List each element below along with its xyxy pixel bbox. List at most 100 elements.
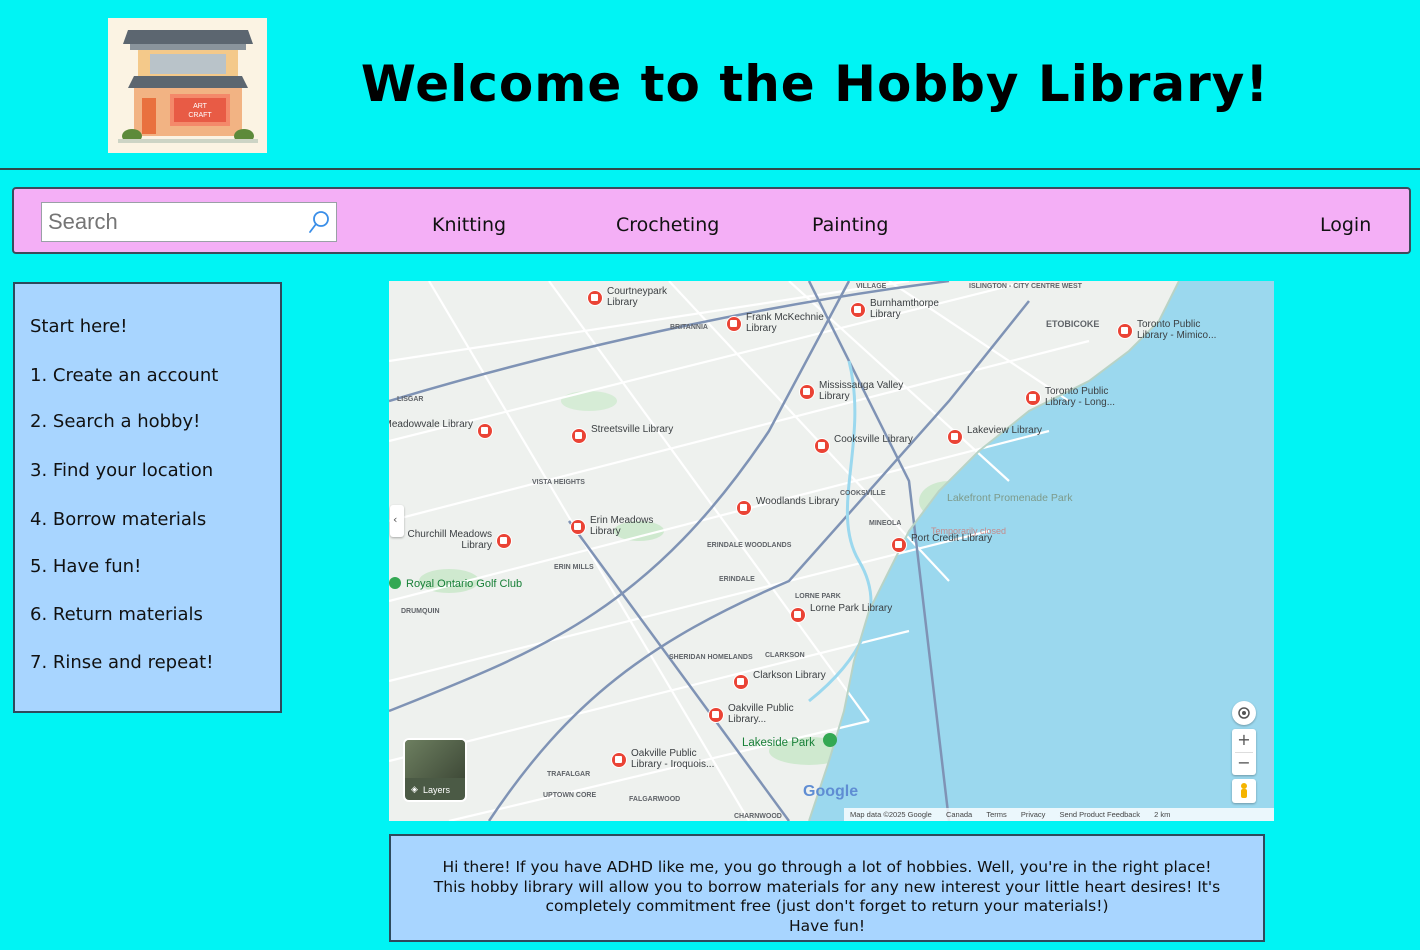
login-link[interactable]: Login xyxy=(1320,214,1371,236)
library-pin[interactable] xyxy=(611,752,627,768)
library-label[interactable]: Toronto Public Library - Long... xyxy=(1045,386,1137,408)
library-pin[interactable] xyxy=(733,674,749,690)
library-label[interactable]: Lakeview Library xyxy=(967,425,1059,436)
library-pin[interactable] xyxy=(891,537,907,553)
step-item: 4. Borrow materials xyxy=(30,509,207,530)
book-icon xyxy=(951,433,958,440)
book-icon xyxy=(794,611,801,618)
book-icon xyxy=(591,294,598,301)
library-label[interactable]: Toronto Public Library - Mimico... xyxy=(1137,319,1229,341)
nav-link-painting[interactable]: Painting xyxy=(812,214,888,236)
library-label[interactable]: Erin Meadows Library xyxy=(590,515,682,537)
map-canvas[interactable]: VILLAGE ISLINGTON - CITY CENTRE WEST BRI… xyxy=(389,281,1274,821)
place-label[interactable]: Lakefront Promenade Park xyxy=(947,492,1073,504)
about-line: Have fun! xyxy=(788,916,866,935)
library-pin[interactable] xyxy=(1117,323,1133,339)
pegman-icon xyxy=(1241,783,1247,798)
search-icon[interactable] xyxy=(307,209,331,235)
library-pin[interactable] xyxy=(850,302,866,318)
area-label: ISLINGTON - CITY CENTRE WEST xyxy=(969,283,1083,290)
library-pin[interactable] xyxy=(570,519,586,535)
book-icon xyxy=(481,427,488,434)
about-line: completely commitment free (just don't f… xyxy=(545,897,1109,915)
library-pin[interactable] xyxy=(790,607,806,623)
map-scale: 2 km xyxy=(1154,810,1171,819)
library-label[interactable]: Mississauga Valley Library xyxy=(819,380,911,402)
about-line: Hi there! If you have ADHD like me, you … xyxy=(442,858,1212,876)
google-logo: Google xyxy=(803,783,859,800)
library-label[interactable]: Frank McKechnie Library xyxy=(746,312,838,334)
area-label: VILLAGE xyxy=(856,283,887,290)
library-label[interactable]: Streetsville Library xyxy=(591,424,683,435)
book-icon xyxy=(803,388,810,395)
map-link-feedback[interactable]: Send Product Feedback xyxy=(1060,810,1140,819)
library-pin[interactable] xyxy=(1025,390,1041,406)
zoom-out-button[interactable]: − xyxy=(1232,752,1256,775)
library-label[interactable]: Woodlands Library xyxy=(756,496,848,507)
place-label[interactable]: Lakeside Park xyxy=(742,737,815,749)
library-label[interactable]: Oakville Public Library... xyxy=(728,703,820,725)
map-link-privacy[interactable]: Privacy xyxy=(1021,810,1046,819)
book-icon xyxy=(500,537,507,544)
step-item: 6. Return materials xyxy=(30,604,203,625)
library-label[interactable]: Courtneypark Library xyxy=(607,286,699,308)
street-view-button[interactable] xyxy=(1232,779,1256,803)
svg-text:CRAFT: CRAFT xyxy=(188,112,212,119)
layers-icon: ◈ xyxy=(411,784,418,794)
library-pin[interactable] xyxy=(814,438,830,454)
locate-icon xyxy=(1238,707,1250,719)
library-pin[interactable] xyxy=(708,707,724,723)
search-box[interactable] xyxy=(41,202,337,242)
book-icon xyxy=(818,442,825,449)
library-map[interactable]: VILLAGE ISLINGTON - CITY CENTRE WEST BRI… xyxy=(389,281,1274,821)
map-link-terms[interactable]: Terms xyxy=(986,810,1006,819)
library-pin[interactable] xyxy=(799,384,815,400)
library-pin[interactable] xyxy=(587,290,603,306)
step-item: 2. Search a hobby! xyxy=(30,411,201,432)
nav-link-crocheting[interactable]: Crocheting xyxy=(616,214,719,236)
library-label[interactable]: Cooksville Library xyxy=(834,434,926,445)
library-label[interactable]: Port Credit Library xyxy=(911,533,1003,544)
library-label[interactable]: Meadowvale Library xyxy=(389,419,473,430)
book-icon xyxy=(1121,327,1128,334)
area-label: CLARKSON xyxy=(765,652,805,659)
library-pin[interactable] xyxy=(736,500,752,516)
area-label: SHERIDAN HOMELANDS xyxy=(669,654,753,661)
map-footer: Map data ©2025 Google Canada Terms Priva… xyxy=(844,808,1274,821)
search-input[interactable] xyxy=(48,207,303,237)
area-label: VISTA HEIGHTS xyxy=(532,479,585,486)
library-label[interactable]: Lorne Park Library xyxy=(810,603,902,614)
nav-link-knitting[interactable]: Knitting xyxy=(432,214,506,236)
area-label: UPTOWN CORE xyxy=(543,792,596,799)
area-label: TRAFALGAR xyxy=(547,771,590,778)
library-pin[interactable] xyxy=(726,316,742,332)
layers-label: Layers xyxy=(423,785,451,795)
hobby-library-logo[interactable]: ART CRAFT xyxy=(108,18,267,153)
library-label[interactable]: Clarkson Library xyxy=(753,670,845,681)
place-label[interactable]: Royal Ontario Golf Club xyxy=(406,578,522,590)
library-pin[interactable] xyxy=(477,423,493,439)
area-label: MINEOLA xyxy=(869,520,901,527)
about-line: This hobby library will allow you to bor… xyxy=(433,877,1221,896)
step-item: 7. Rinse and repeat! xyxy=(30,652,214,673)
step-item: 1. Create an account xyxy=(30,365,219,386)
map-attribution: Map data ©2025 Google xyxy=(850,810,932,819)
steps-sidebar: Start here! 1. Create an account 2. Sear… xyxy=(13,282,282,713)
book-icon xyxy=(615,756,622,763)
library-pin[interactable] xyxy=(571,428,587,444)
zoom-in-button[interactable]: + xyxy=(1232,729,1256,752)
library-pin[interactable] xyxy=(947,429,963,445)
area-label: ERINDALE xyxy=(719,576,755,583)
library-pin[interactable] xyxy=(496,533,512,549)
area-label: ERINDALE WOODLANDS xyxy=(707,542,792,549)
sidebar-heading: Start here! xyxy=(30,316,128,337)
map-link-canada[interactable]: Canada xyxy=(946,810,972,819)
library-label[interactable]: Churchill Meadows Library xyxy=(400,529,492,551)
library-label[interactable]: Oakville Public Library - Iroquois... xyxy=(631,748,723,770)
step-item: 5. Have fun! xyxy=(30,556,142,577)
book-icon xyxy=(854,306,861,313)
zoom-controls: + − xyxy=(1232,729,1256,775)
library-label[interactable]: Burnhamthorpe Library xyxy=(870,298,962,320)
my-location-button[interactable] xyxy=(1232,701,1256,725)
layers-button[interactable]: ◈ Layers xyxy=(403,738,467,802)
